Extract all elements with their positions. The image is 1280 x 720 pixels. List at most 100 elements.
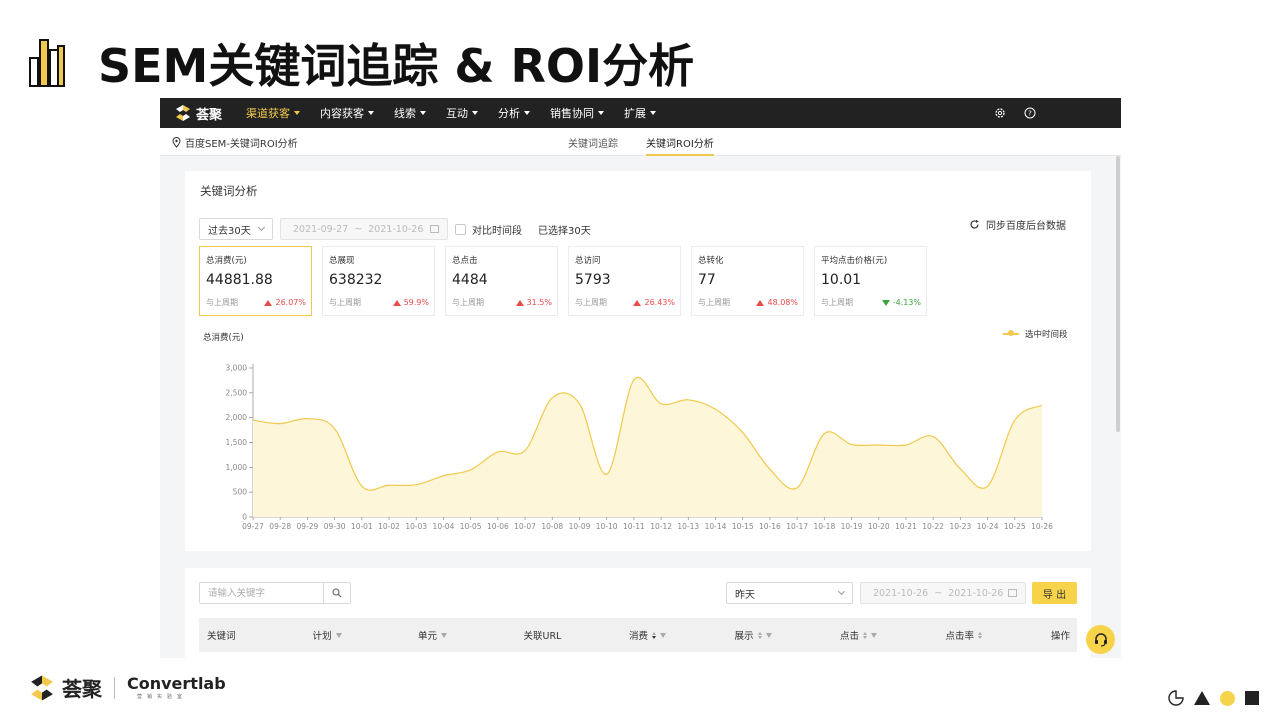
search-button[interactable] xyxy=(323,583,350,603)
x-tick-label: 09-27 xyxy=(242,522,264,531)
nav-item[interactable]: 线索 xyxy=(384,98,436,128)
table-column-header[interactable]: 点击率 xyxy=(946,618,983,652)
table-column-header: 关联URL xyxy=(524,618,562,652)
metric-card[interactable]: 总点击 4484 与上周期 31.5% xyxy=(445,246,558,316)
x-tick-label: 10-10 xyxy=(596,522,618,531)
metric-change-value: 48.08% xyxy=(767,298,798,307)
sub-tabs: 关键词追踪 关键词ROI分析 xyxy=(568,128,714,156)
metric-card[interactable]: 总展现 638232 与上周期 59.9% xyxy=(322,246,435,316)
scrollbar-thumb[interactable] xyxy=(1116,156,1120,432)
nav-item[interactable]: 渠道获客 xyxy=(236,98,310,128)
y-tick-label: 500 xyxy=(233,488,248,497)
metric-card[interactable]: 总访问 5793 与上周期 26.43% xyxy=(568,246,681,316)
range-select[interactable]: 过去30天 xyxy=(199,218,273,240)
column-label: 展示 xyxy=(734,631,754,642)
metric-compare-label: 与上周期 xyxy=(698,298,730,307)
metric-compare-label: 与上周期 xyxy=(575,298,607,307)
x-tick-label: 10-19 xyxy=(841,522,863,531)
triangle-up-icon xyxy=(633,299,642,306)
nav-item-label: 线索 xyxy=(394,107,416,120)
refresh-icon xyxy=(970,219,979,228)
x-tick-label: 09-29 xyxy=(297,522,319,531)
search-input[interactable] xyxy=(200,583,323,603)
scrollbar[interactable] xyxy=(1115,156,1121,658)
table-column-header[interactable]: 点击 xyxy=(840,618,878,652)
sort-icon[interactable] xyxy=(863,631,868,639)
filter-icon[interactable] xyxy=(441,632,448,638)
x-tick-label: 10-21 xyxy=(895,522,917,531)
compare-toggle[interactable]: 对比时间段 xyxy=(455,218,522,240)
metric-card[interactable]: 总消费(元) 44881.88 与上周期 26.07% xyxy=(199,246,312,316)
headset-icon xyxy=(1094,632,1107,647)
x-tick-label: 10-22 xyxy=(922,522,944,531)
metric-change: 48.08% xyxy=(756,297,798,308)
bar-chart-logo-icon xyxy=(29,39,65,87)
search-icon xyxy=(332,588,342,598)
date-separator: ~ xyxy=(354,223,363,235)
slide-title: SEM关键词追踪 & ROI分析 xyxy=(98,39,695,93)
filter-icon[interactable] xyxy=(871,632,878,638)
x-tick-label: 10-14 xyxy=(705,522,727,531)
metric-value: 638232 xyxy=(329,272,383,288)
sort-icon[interactable] xyxy=(757,631,762,639)
filter-icon[interactable] xyxy=(765,632,772,638)
caret-down-icon xyxy=(420,111,426,115)
help-circle-icon[interactable]: ? xyxy=(1023,106,1037,120)
metric-label: 总访问 xyxy=(575,256,601,266)
x-tick-label: 10-20 xyxy=(868,522,890,531)
svg-text:?: ? xyxy=(1028,110,1032,118)
nav-item-label: 扩展 xyxy=(624,107,646,120)
date-range-picker[interactable]: 2021-09-27 ~ 2021-10-26 xyxy=(280,218,448,240)
nav-item[interactable]: 互动 xyxy=(436,98,488,128)
date-end: 2021-10-26 xyxy=(948,587,1004,599)
period-select[interactable]: 昨天 xyxy=(726,582,853,604)
filter-icon[interactable] xyxy=(335,632,342,638)
nav-item[interactable]: 扩展 xyxy=(614,98,666,128)
nav-item[interactable]: 分析 xyxy=(488,98,540,128)
sync-baidu-button[interactable]: 同步百度后台数据 xyxy=(969,213,1066,235)
partner-logo-text: Convertlab xyxy=(127,674,226,693)
sort-icon[interactable] xyxy=(652,631,657,639)
gear-icon[interactable] xyxy=(993,106,1007,120)
sub-tab[interactable]: 关键词ROI分析 xyxy=(646,128,714,156)
export-button[interactable]: 导 出 xyxy=(1032,582,1077,604)
footer-logos: 荟聚 Convertlab 营销实验室 xyxy=(28,673,226,702)
nav-item[interactable]: 销售协同 xyxy=(540,98,614,128)
column-label: 单元 xyxy=(418,631,438,642)
metric-compare-label: 与上周期 xyxy=(206,298,238,307)
column-label: 点击率 xyxy=(945,631,975,642)
series-area xyxy=(253,377,1042,517)
metric-label: 平均点击价格(元) xyxy=(821,256,888,266)
customer-service-button[interactable] xyxy=(1086,625,1115,654)
table-column-header[interactable]: 展示 xyxy=(735,618,772,652)
metric-card[interactable]: 总转化 77 与上周期 48.08% xyxy=(691,246,804,316)
sub-tab[interactable]: 关键词追踪 xyxy=(568,128,618,156)
y-tick-label: 3,000 xyxy=(226,364,248,373)
brand[interactable]: 荟聚 xyxy=(160,98,236,128)
metric-card[interactable]: 平均点击价格(元) 10.01 与上周期 -4.13% xyxy=(814,246,927,316)
triangle-up-icon xyxy=(515,299,524,306)
table-column-header[interactable]: 计划 xyxy=(313,618,342,652)
metric-label: 总消费(元) xyxy=(206,256,247,266)
nav-item-label: 渠道获客 xyxy=(246,107,290,120)
table-date-range-picker[interactable]: 2021-10-26 ~ 2021-10-26 xyxy=(860,582,1026,604)
triangle-up-icon xyxy=(756,299,765,306)
y-tick-label: 1,500 xyxy=(226,438,248,447)
x-tick-label: 10-01 xyxy=(351,522,373,531)
compare-checkbox[interactable] xyxy=(455,223,466,235)
breadcrumb: 百度SEM-关键词ROI分析 xyxy=(172,128,298,156)
date-start: 2021-10-26 xyxy=(873,587,929,599)
caret-down-icon xyxy=(650,111,656,115)
keyword-table-card: 昨天 2021-10-26 ~ 2021-10-26 导 出 关键词 计划 单元 关联… xyxy=(185,568,1091,658)
x-tick-label: 10-16 xyxy=(759,522,781,531)
x-tick-label: 10-25 xyxy=(1004,522,1026,531)
x-tick-label: 09-28 xyxy=(269,522,291,531)
nav-item[interactable]: 内容获客 xyxy=(310,98,384,128)
chart-legend[interactable]: 选中时间段 xyxy=(1003,328,1068,340)
metric-value: 4484 xyxy=(452,272,488,288)
table-column-header[interactable]: 消费 xyxy=(629,618,667,652)
table-header: 关键词 计划 单元 关联URL 消费 展示 点击 点击率 操作 xyxy=(199,618,1077,652)
sort-icon[interactable] xyxy=(978,631,983,639)
filter-icon[interactable] xyxy=(660,632,667,638)
table-column-header[interactable]: 单元 xyxy=(418,618,448,652)
